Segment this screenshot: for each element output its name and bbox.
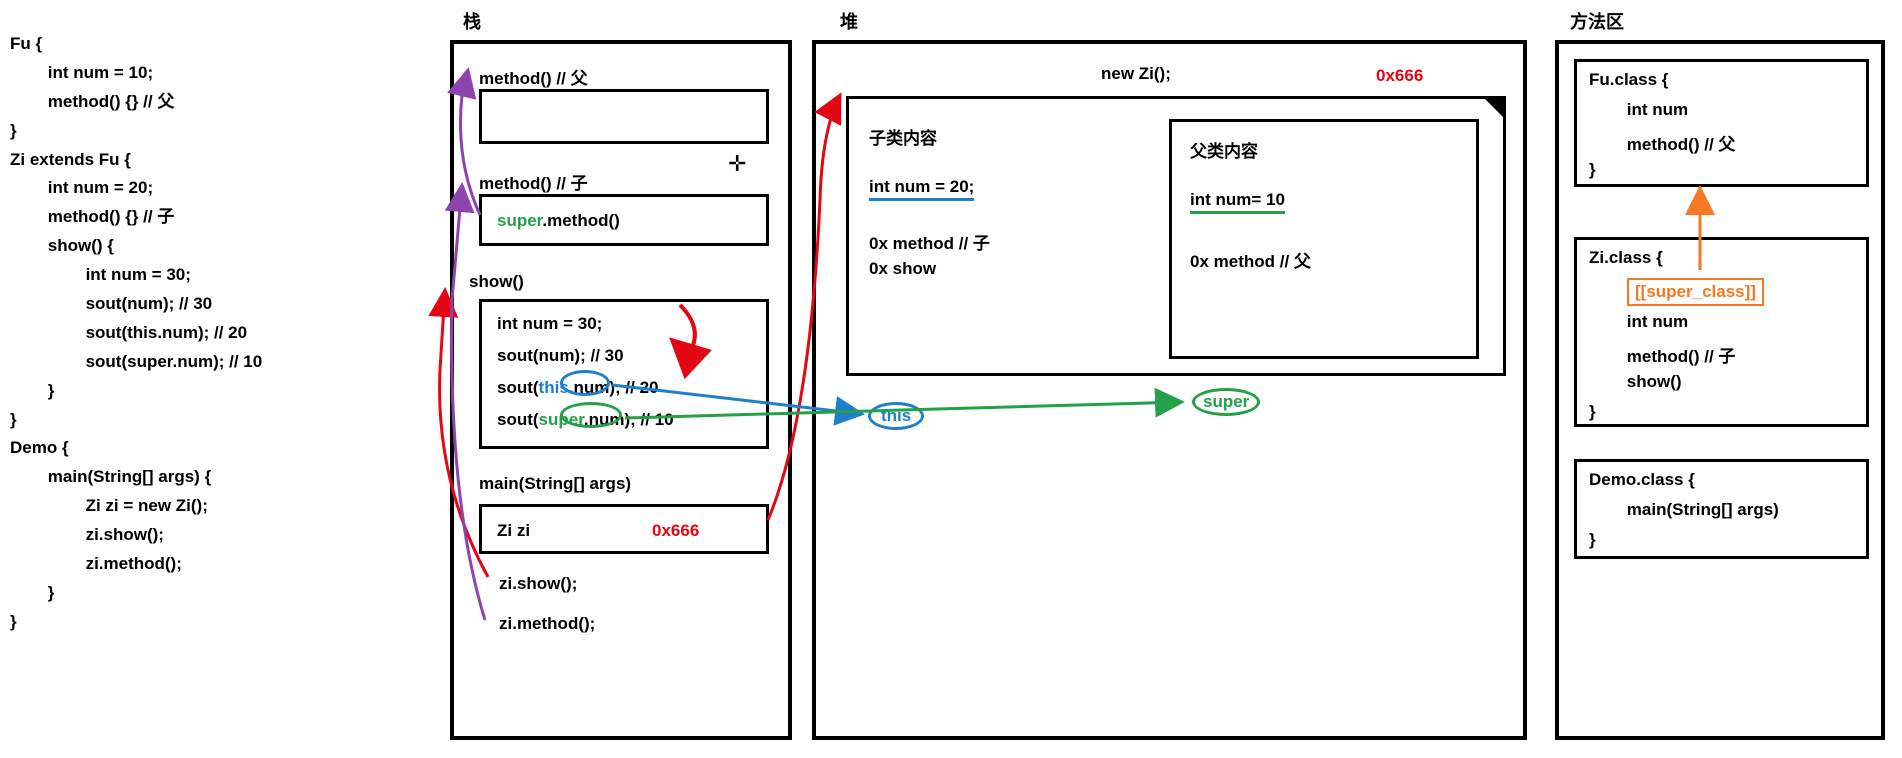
- this-label: this: [868, 402, 924, 430]
- code-line: int num = 10;: [10, 59, 340, 88]
- code-line: Demo {: [10, 434, 340, 463]
- code-line: show() {: [10, 232, 340, 261]
- stack-show-label: show(): [469, 272, 524, 292]
- heap-panel: new Zi(); 0x666 子类内容 int num = 20; 0x me…: [812, 40, 1527, 740]
- heap-title: 堆: [840, 8, 858, 34]
- method-area-title: 方法区: [1570, 8, 1624, 34]
- corner-flag-icon: [1482, 96, 1506, 120]
- stack-method-zi-frame: super.method(): [479, 194, 769, 246]
- heap-object-box: 子类内容 int num = 20; 0x method // 子 0x sho…: [846, 96, 1506, 376]
- zi-method: method() // 子: [1589, 342, 1735, 367]
- code-line: sout(num); // 30: [10, 290, 340, 319]
- stack-method-fu-label: method() // 父: [479, 64, 588, 89]
- main-addr: 0x666: [652, 521, 699, 541]
- zi-class-label: Zi.class {: [1589, 248, 1663, 268]
- heap-addr: 0x666: [1376, 66, 1423, 86]
- main-call-show: zi.show();: [499, 574, 577, 594]
- stack-main-frame: Zi zi 0x666: [479, 504, 769, 554]
- fu-method: method() // 父: [1589, 130, 1735, 155]
- code-line: }: [10, 117, 340, 146]
- source-code: Fu { int num = 10; method() {} // 父 } Zi…: [10, 30, 340, 637]
- method-suffix: .method(): [542, 211, 619, 230]
- code-line: Fu {: [10, 30, 340, 59]
- fu-num: int num: [1589, 100, 1688, 120]
- demo-class-label: Demo.class {: [1589, 470, 1695, 490]
- stack-method-zi-label: method() // 子: [479, 169, 588, 194]
- show-line: sout(num); // 30: [497, 346, 624, 366]
- zi-num: int num: [1589, 312, 1688, 332]
- stack-title: 栈: [463, 8, 481, 34]
- code-line: }: [10, 377, 340, 406]
- code-line: main(String[] args) {: [10, 463, 340, 492]
- stack-panel: method() // 父 method() // 子 super.method…: [450, 40, 792, 740]
- heap-parent-box: 父类内容 int num= 10 0x method // 父: [1169, 119, 1479, 359]
- code-line: sout(super.num); // 10: [10, 348, 340, 377]
- super-label: super: [1192, 388, 1260, 416]
- heap-child-num: int num = 20;: [869, 177, 974, 197]
- code-line: Zi zi = new Zi();: [10, 492, 340, 521]
- code-line: zi.method();: [10, 550, 340, 579]
- heap-child-show: 0x show: [869, 259, 936, 279]
- code-line: }: [10, 608, 340, 637]
- zi-class-box: Zi.class { [[super_class]] int num metho…: [1574, 237, 1869, 427]
- sout-prefix: sout(: [497, 410, 539, 429]
- cursor-crosshair-icon: ✛: [728, 151, 746, 177]
- demo-class-box: Demo.class { main(String[] args) }: [1574, 459, 1869, 559]
- heap-newzi-label: new Zi();: [1101, 64, 1171, 84]
- stack-method-fu-frame: [479, 89, 769, 144]
- code-line: sout(this.num); // 20: [10, 319, 340, 348]
- fu-class-label: Fu.class {: [1589, 70, 1668, 90]
- code-line: method() {} // 子: [10, 203, 340, 232]
- heap-child-method: 0x method // 子: [869, 229, 990, 254]
- stack-main-label: main(String[] args): [479, 474, 631, 494]
- code-line: }: [10, 406, 340, 435]
- fu-close: }: [1589, 160, 1596, 180]
- code-line: method() {} // 父: [10, 88, 340, 117]
- code-line: Zi extends Fu {: [10, 146, 340, 175]
- sout-prefix: sout(: [497, 378, 539, 397]
- fu-class-box: Fu.class { int num method() // 父 }: [1574, 59, 1869, 187]
- main-call-method: zi.method();: [499, 614, 595, 634]
- zi-close: }: [1589, 402, 1596, 422]
- zi-super-class: [[super_class]]: [1627, 278, 1764, 306]
- stack-show-frame: int num = 30; sout(num); // 30 sout(this…: [479, 299, 769, 449]
- demo-close: }: [1589, 530, 1596, 550]
- super-ellipse-icon: [560, 402, 622, 428]
- demo-main: main(String[] args): [1589, 500, 1779, 520]
- main-var: Zi zi: [497, 521, 530, 541]
- super-keyword: super: [497, 211, 542, 230]
- heap-parent-method: 0x method // 父: [1190, 247, 1311, 272]
- super-method-call: super.method(): [497, 211, 620, 231]
- method-area-panel: Fu.class { int num method() // 父 } Zi.cl…: [1555, 40, 1885, 740]
- code-line: zi.show();: [10, 521, 340, 550]
- heap-parent-num: int num= 10: [1190, 190, 1285, 210]
- show-line: int num = 30;: [497, 314, 602, 334]
- code-line: }: [10, 579, 340, 608]
- zi-show: show(): [1589, 372, 1682, 392]
- code-line: int num = 30;: [10, 261, 340, 290]
- heap-parent-title: 父类内容: [1190, 137, 1258, 162]
- this-ellipse-icon: [560, 370, 610, 396]
- code-line: int num = 20;: [10, 174, 340, 203]
- heap-child-title: 子类内容: [869, 124, 937, 149]
